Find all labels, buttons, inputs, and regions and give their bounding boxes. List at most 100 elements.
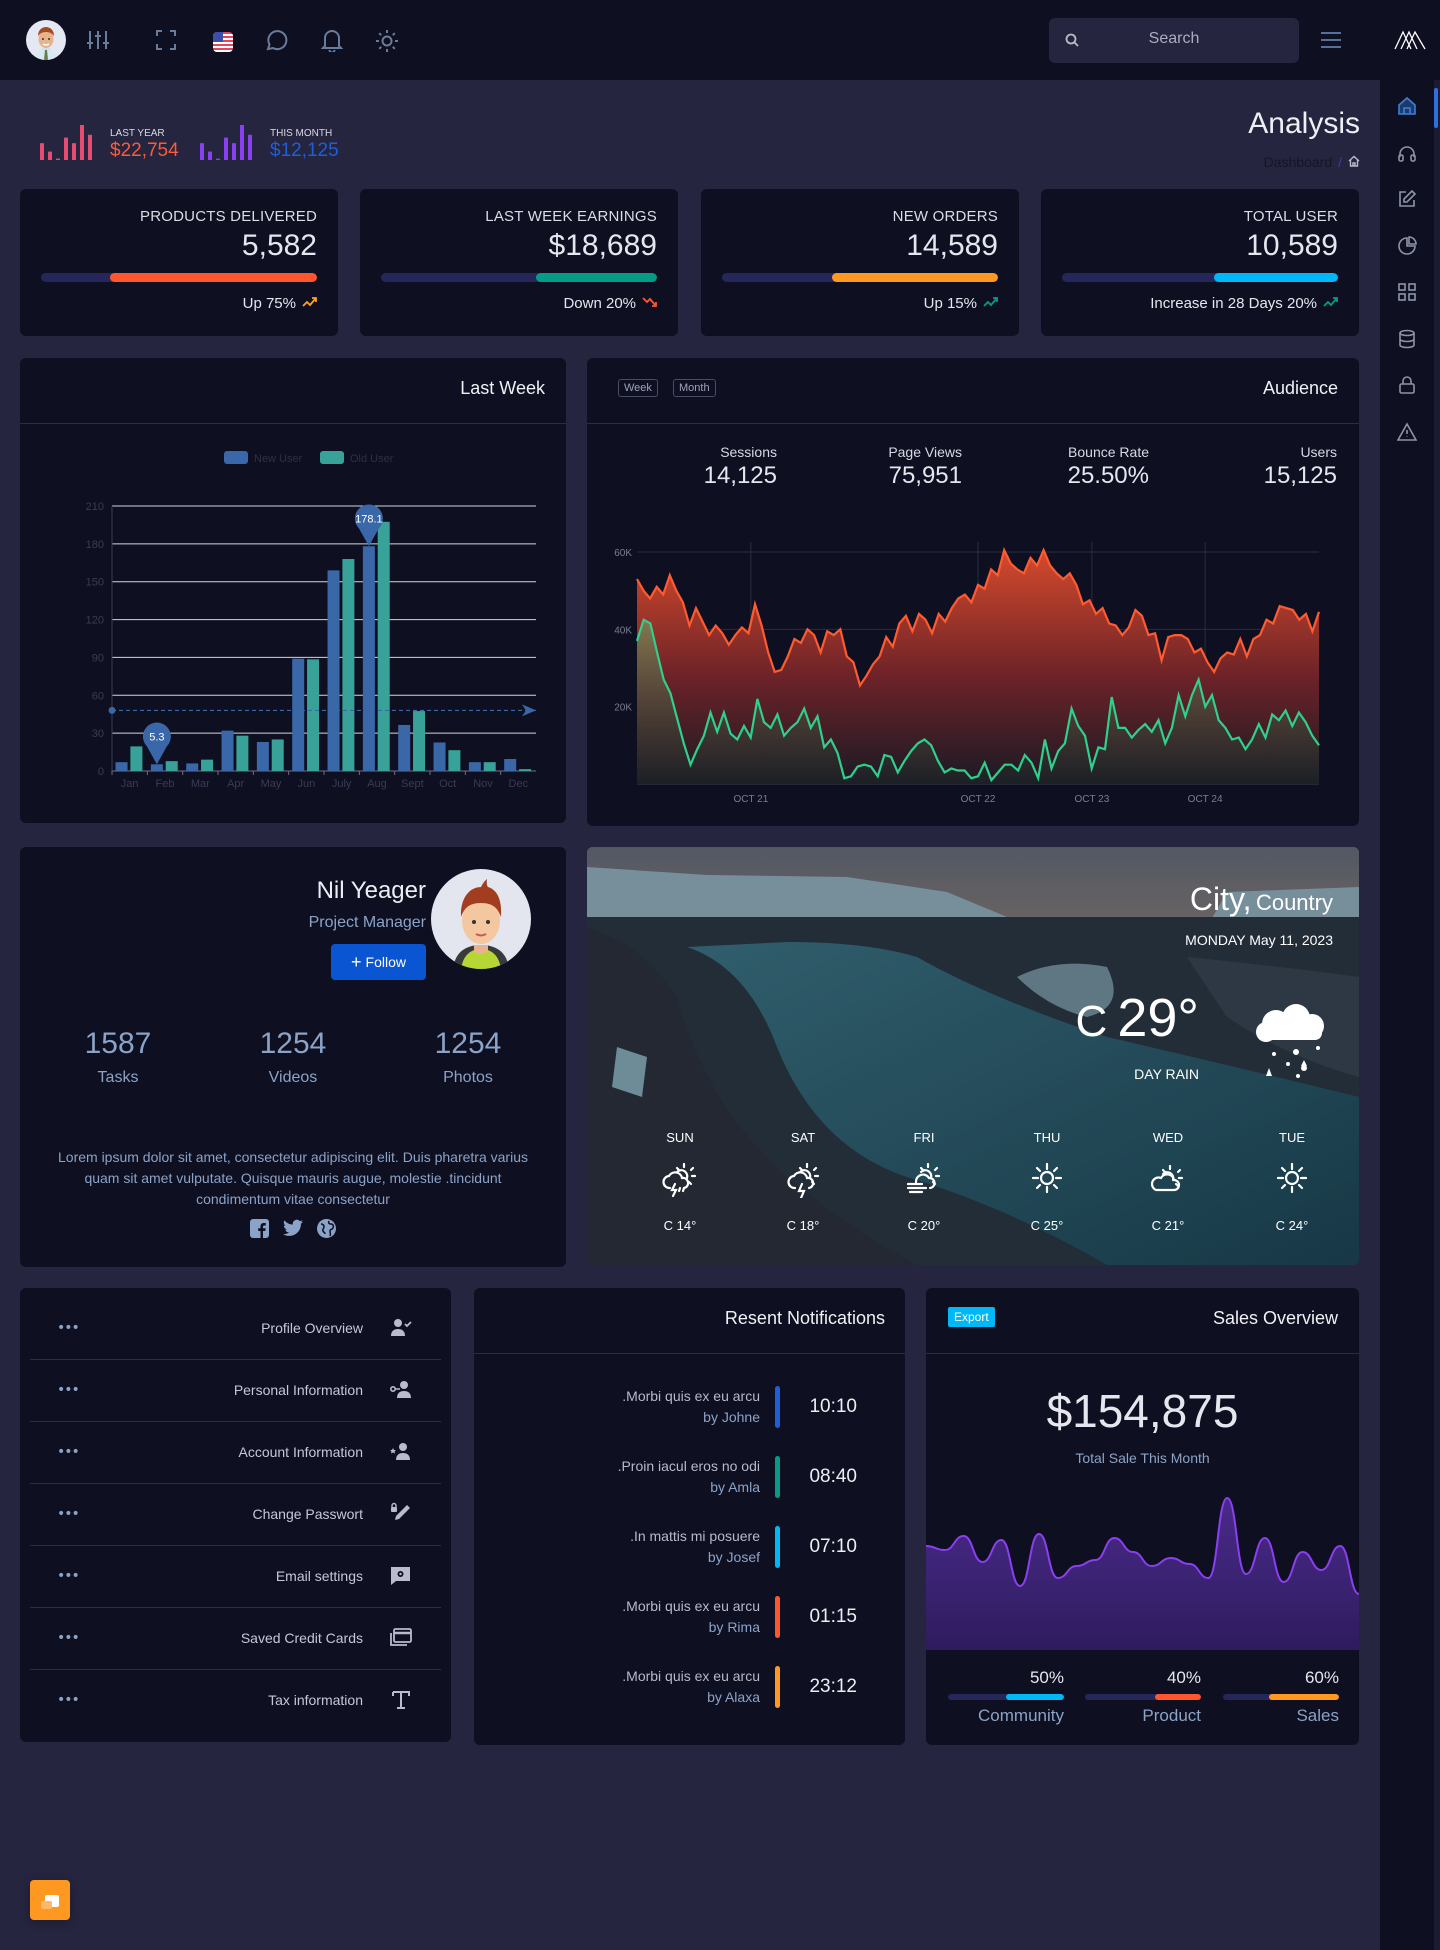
legend-swatch[interactable] <box>320 451 344 464</box>
floating-chat-button[interactable] <box>30 1880 70 1920</box>
sidebar-item-edit[interactable] <box>1396 189 1418 212</box>
legend-swatch[interactable] <box>224 451 248 464</box>
forecast-day[interactable]: TUE C 24° <box>1252 1130 1332 1240</box>
menu-item-email-settings[interactable]: ••• Email settings <box>30 1546 441 1608</box>
us-flag-icon[interactable] <box>213 32 233 52</box>
menu-item-label: Email settings <box>275 1568 363 1584</box>
bar-new-user[interactable] <box>362 546 375 771</box>
notification-item[interactable]: .Morbi quis ex eu arcu by Alaxa 23:12 <box>474 1666 905 1716</box>
forecast-day[interactable]: FRI C 20° <box>884 1130 964 1240</box>
follow-button[interactable]: + Follow <box>331 944 426 980</box>
notification-item[interactable]: .Morbi quis ex eu arcu by Johne 10:10 <box>474 1386 905 1436</box>
fullscreen-icon[interactable] <box>156 30 176 50</box>
export-button[interactable]: Export <box>948 1307 995 1327</box>
brand-logo[interactable] <box>1394 30 1426 50</box>
sidebar-item-home[interactable] <box>1396 96 1418 119</box>
sidebar-item-lock[interactable] <box>1396 376 1418 398</box>
menu-item-tax-information[interactable]: ••• Tax information <box>30 1670 441 1732</box>
hamburger-menu-icon[interactable] <box>1320 30 1342 50</box>
menu-item-account-information[interactable]: ••• Account Information <box>30 1422 441 1484</box>
forecast-day-name: SAT <box>790 1130 816 1145</box>
stat-card: LAST WEEK EARNINGS $18,689 Down 20% <box>360 189 678 336</box>
bar-old-user[interactable] <box>342 559 355 771</box>
sliders-icon[interactable] <box>86 28 110 52</box>
notification-item[interactable]: .Proin iacul eros no odi by Amla 08:40 <box>474 1456 905 1506</box>
more-options-icon[interactable]: ••• <box>57 1692 80 1708</box>
menu-item-profile-overview[interactable]: ••• Profile Overview <box>30 1298 441 1360</box>
legend-label[interactable]: Old User <box>350 453 394 465</box>
bar-new-user[interactable] <box>186 763 199 771</box>
notification-time: 23:12 <box>809 1676 857 1697</box>
bar-old-user[interactable] <box>377 521 390 771</box>
bar-old-user[interactable] <box>519 769 532 771</box>
mini-bar <box>64 137 68 160</box>
profile-card: Nil Yeager Project Manager + Follow 1587 T… <box>20 847 566 1267</box>
breakdown-label: Sales <box>1296 1706 1339 1725</box>
bar-new-user[interactable] <box>150 764 163 771</box>
notification-time: 08:40 <box>809 1466 857 1487</box>
menu-item-personal-information[interactable]: ••• Personal Information <box>30 1360 441 1422</box>
user-check-icon <box>389 1316 413 1340</box>
more-options-icon[interactable]: ••• <box>57 1320 80 1336</box>
stat-card: NEW ORDERS 14,589 Up 15% <box>701 189 1019 336</box>
bar-old-user[interactable] <box>271 739 284 771</box>
chat-icon[interactable] <box>266 29 288 51</box>
bar-old-user[interactable] <box>307 659 320 771</box>
bar-old-user[interactable] <box>201 759 214 771</box>
bar-old-user[interactable] <box>236 735 249 771</box>
bar-new-user[interactable] <box>221 730 234 771</box>
breadcrumb-dashboard[interactable]: Dashboard <box>1264 154 1333 170</box>
bar-new-user[interactable] <box>468 762 481 771</box>
menu-item-change-passwort[interactable]: ••• Change Passwort <box>30 1484 441 1546</box>
bar-new-user[interactable] <box>115 762 128 771</box>
mini-stat: THIS MONTH $12,125 <box>200 120 360 165</box>
sidebar-item-database[interactable] <box>1396 329 1418 352</box>
bar-new-user[interactable] <box>398 724 411 771</box>
more-options-icon[interactable]: ••• <box>57 1382 80 1398</box>
user-avatar[interactable] <box>26 20 66 60</box>
bar-new-user[interactable] <box>292 658 305 771</box>
globe-icon[interactable] <box>317 1219 336 1242</box>
sidebar-item-warning[interactable] <box>1396 421 1418 445</box>
bar-old-user[interactable] <box>483 762 496 771</box>
facebook-icon[interactable] <box>250 1219 269 1242</box>
sidebar-item-pie-chart[interactable] <box>1396 235 1418 259</box>
bar-old-user[interactable] <box>448 750 461 771</box>
bar-old-user[interactable] <box>165 761 178 771</box>
bar-new-user[interactable] <box>327 570 340 771</box>
bar-old-user[interactable] <box>413 711 426 771</box>
scrollbar-thumb[interactable] <box>1434 88 1438 128</box>
marker-pin[interactable]: 5.3 <box>142 722 171 765</box>
y-tick-label: 90 <box>92 652 104 664</box>
more-options-icon[interactable]: ••• <box>57 1630 80 1646</box>
search-input[interactable]: Search <box>1049 18 1299 63</box>
menu-item-saved-credit-cards[interactable]: ••• Saved Credit Cards <box>30 1608 441 1670</box>
twitter-icon[interactable] <box>283 1219 303 1242</box>
sun-icon <box>1272 1158 1312 1198</box>
bar-old-user[interactable] <box>130 746 143 771</box>
y-tick-label: 60K <box>614 548 632 559</box>
bar-new-user[interactable] <box>504 759 517 771</box>
sun-icon[interactable] <box>375 29 399 53</box>
notification-item[interactable]: .In mattis mi posuere by Josef 07:10 <box>474 1526 905 1576</box>
forecast-day[interactable]: SAT C 18° <box>763 1130 843 1240</box>
bar-new-user[interactable] <box>433 742 446 771</box>
notification-color-bar <box>775 1666 780 1708</box>
more-options-icon[interactable]: ••• <box>57 1506 80 1522</box>
home-icon[interactable] <box>1348 154 1360 170</box>
forecast-day[interactable]: SUN C 14° <box>640 1130 720 1240</box>
stat-value: $18,689 <box>548 229 657 262</box>
sidebar-item-headphones[interactable] <box>1396 144 1418 166</box>
average-line-arrow <box>522 704 536 717</box>
more-options-icon[interactable]: ••• <box>57 1444 80 1460</box>
notification-item[interactable]: .Morbi quis ex eu arcu by Rima 01:15 <box>474 1596 905 1646</box>
y-tick-label: 210 <box>86 501 104 513</box>
bar-new-user[interactable] <box>256 741 269 771</box>
scrollbar[interactable] <box>1434 80 1440 1950</box>
legend-label[interactable]: New User <box>254 453 303 465</box>
bell-icon[interactable] <box>321 28 343 52</box>
forecast-day[interactable]: WED C 21° <box>1128 1130 1208 1240</box>
forecast-day[interactable]: THU C 25° <box>1007 1130 1087 1240</box>
more-options-icon[interactable]: ••• <box>57 1568 80 1584</box>
sidebar-item-grid[interactable] <box>1396 283 1418 305</box>
